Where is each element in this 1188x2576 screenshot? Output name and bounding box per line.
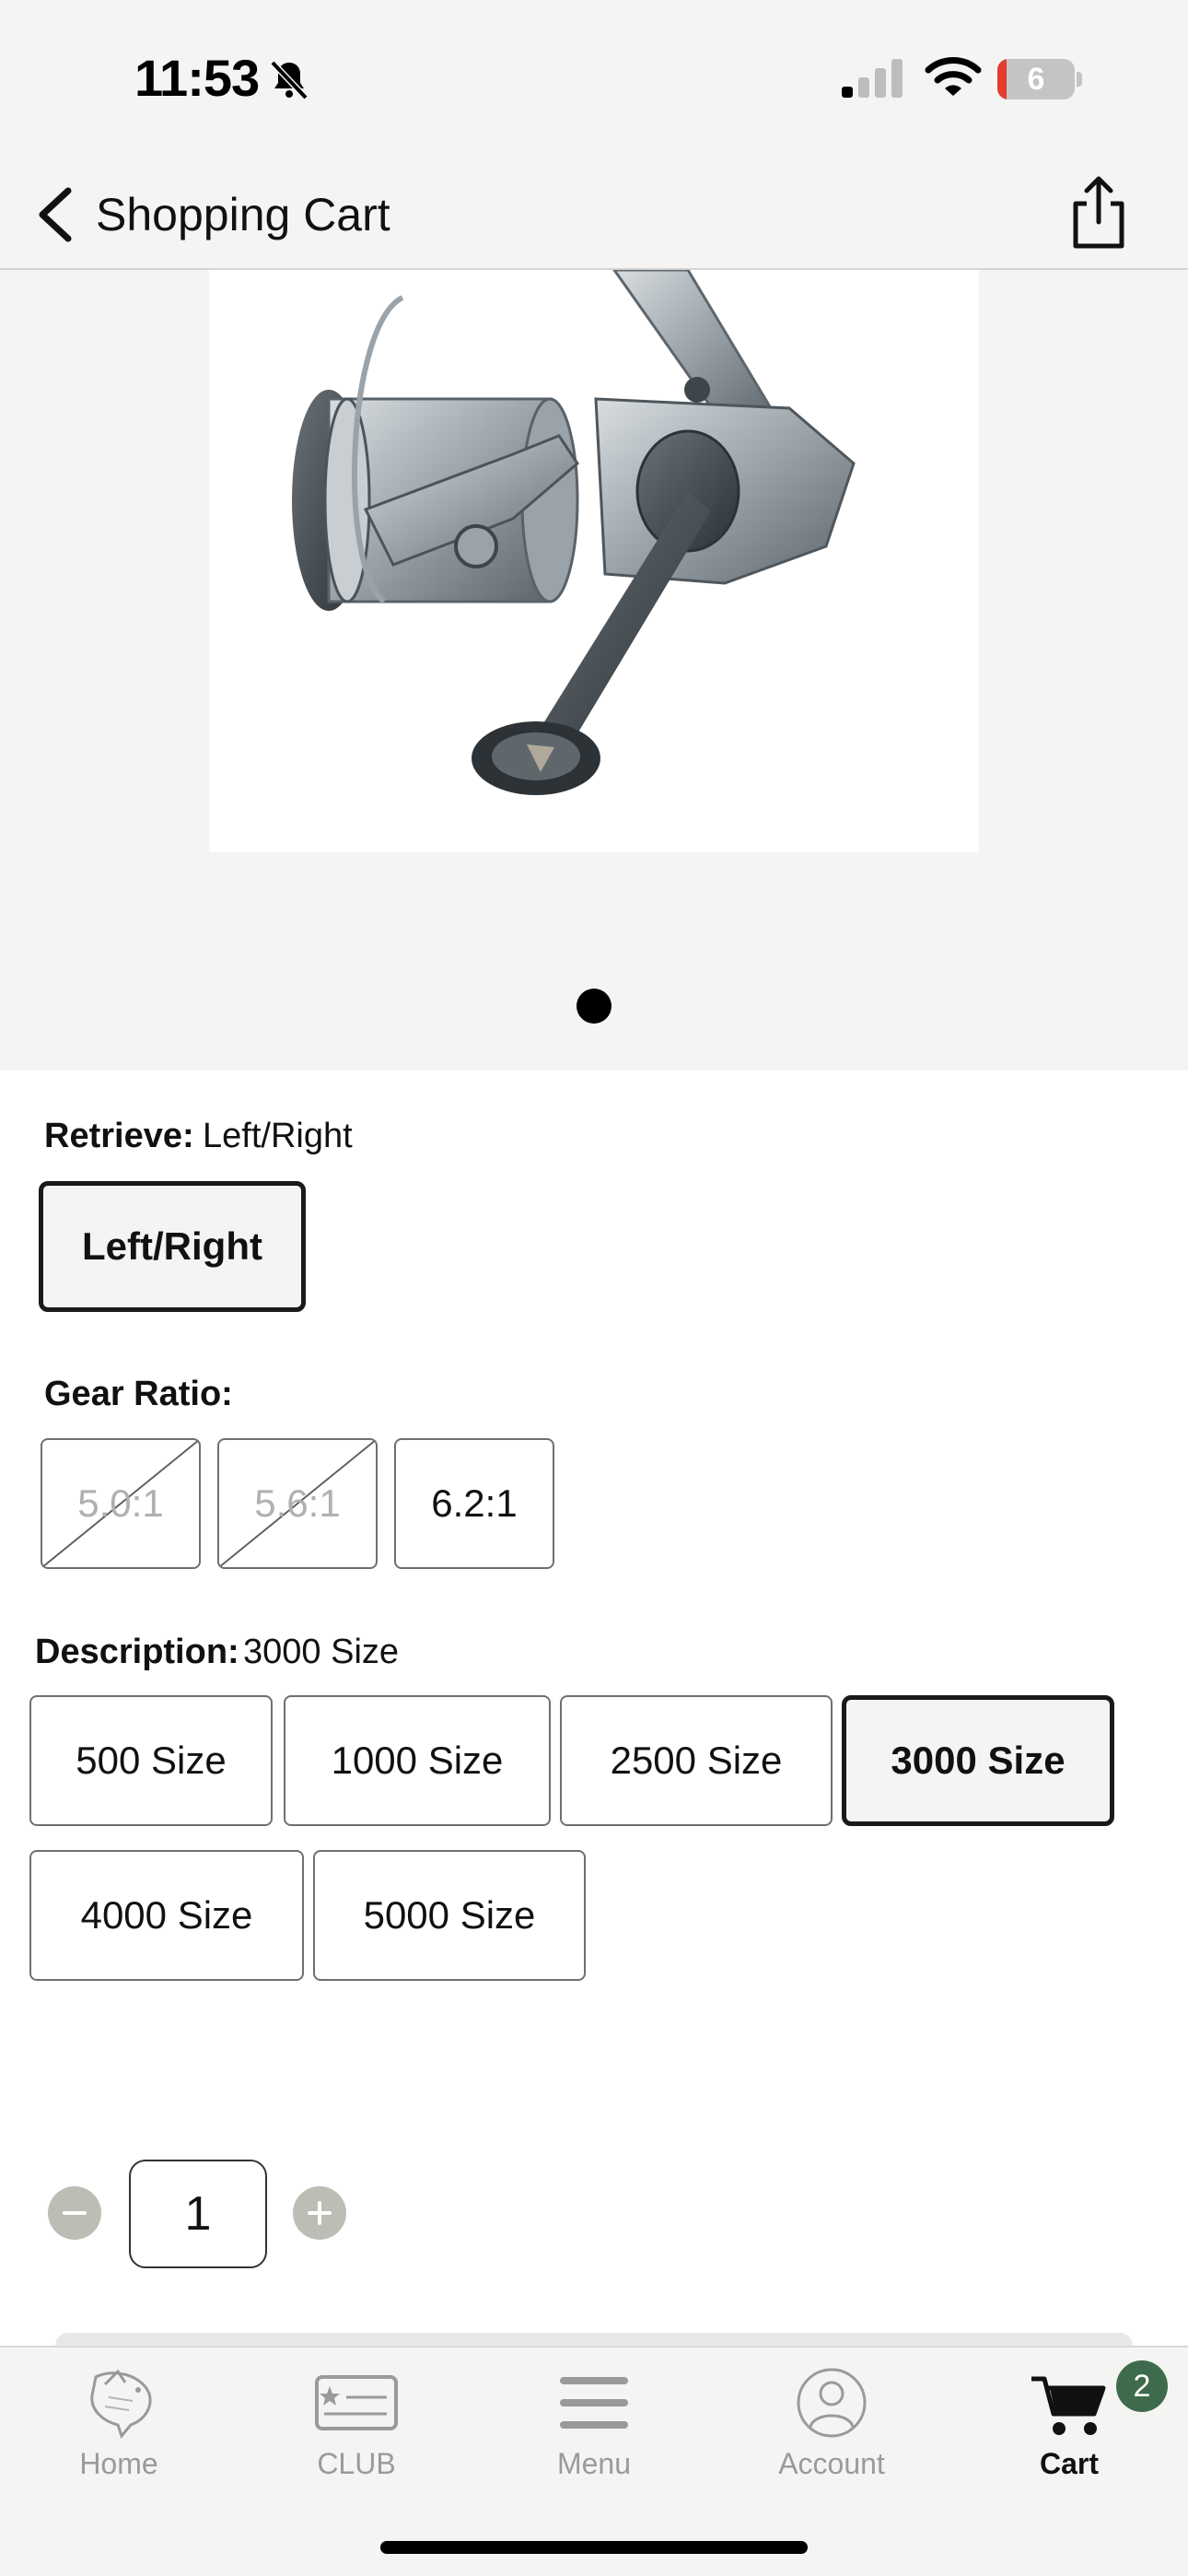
chevron-left-icon[interactable] — [28, 180, 92, 250]
cart-count-badge: 2 — [1116, 2360, 1168, 2412]
size-option-3000[interactable]: 3000 Size — [842, 1695, 1114, 1826]
retrieve-option-left-right[interactable]: Left/Right — [39, 1181, 306, 1312]
description-label: Description: — [35, 1633, 239, 1671]
size-option-500[interactable]: 500 Size — [29, 1695, 273, 1826]
tab-menu[interactable]: Menu — [475, 2348, 713, 2504]
chip-label: 4000 Size — [80, 1893, 253, 1937]
battery-level: 6 — [1027, 62, 1045, 97]
chip-label: 5000 Size — [363, 1893, 536, 1937]
quantity-decrement-button[interactable] — [48, 2186, 101, 2240]
add-to-cart-sheet-edge — [55, 2333, 1133, 2346]
spinning-reel-image — [292, 268, 856, 795]
tab-label: Home — [79, 2447, 158, 2480]
hamburger-menu-icon — [560, 2377, 628, 2429]
chip-label: Left/Right — [82, 1224, 262, 1268]
quantity-increment-button[interactable] — [293, 2186, 346, 2240]
signal-icon — [842, 59, 903, 98]
gallery-page-indicator[interactable] — [577, 989, 611, 1024]
nav-header: Shopping Cart — [0, 161, 1188, 270]
club-card-icon — [315, 2375, 398, 2430]
tab-club[interactable]: CLUB — [238, 2348, 475, 2504]
product-gallery[interactable] — [0, 268, 1188, 1071]
chip-label: 3000 Size — [891, 1739, 1066, 1782]
chip-label: 2500 Size — [610, 1739, 783, 1782]
chip-label: 500 Size — [76, 1739, 227, 1782]
chip-label: 5.6:1 — [254, 1481, 341, 1525]
cart-icon — [1031, 2376, 1106, 2435]
gear-ratio-option-5-6[interactable]: 5.6:1 — [217, 1438, 378, 1569]
tab-label: Account — [778, 2447, 885, 2480]
size-option-4000[interactable]: 4000 Size — [29, 1850, 304, 1981]
battery-icon: 6 — [997, 59, 1082, 100]
tab-home[interactable]: Home — [0, 2348, 238, 2504]
description-selected-value: 3000 Size — [243, 1633, 400, 1671]
status-bar: 11:53 6 — [0, 0, 1188, 161]
chip-label: 1000 Size — [331, 1739, 504, 1782]
size-option-5000[interactable]: 5000 Size — [313, 1850, 586, 1981]
tab-label: CLUB — [317, 2447, 396, 2480]
gear-ratio-label: Gear Ratio: — [44, 1375, 233, 1413]
size-option-1000[interactable]: 1000 Size — [284, 1695, 551, 1826]
tab-cart[interactable]: 2 Cart — [950, 2348, 1188, 2504]
chip-label: 6.2:1 — [431, 1481, 518, 1525]
page-title: Shopping Cart — [96, 189, 390, 240]
retrieve-label: Retrieve: — [44, 1117, 194, 1155]
bell-slash-icon — [270, 60, 309, 100]
bass-fish-icon — [90, 2369, 152, 2440]
tab-label: Menu — [556, 2447, 632, 2480]
product-image[interactable] — [209, 268, 979, 852]
wifi-icon — [925, 57, 982, 96]
status-time: 11:53 — [134, 49, 260, 107]
tab-account[interactable]: Account — [713, 2348, 950, 2504]
gear-ratio-option-6-2[interactable]: 6.2:1 — [394, 1438, 554, 1569]
chip-label: 5.0:1 — [77, 1481, 164, 1525]
gear-ratio-option-5-0[interactable]: 5.0:1 — [41, 1438, 201, 1569]
account-person-icon — [797, 2368, 867, 2438]
home-indicator[interactable] — [380, 2541, 808, 2554]
retrieve-selected-value: Left/Right — [203, 1117, 353, 1155]
tab-label: Cart — [1039, 2447, 1099, 2480]
share-icon[interactable] — [1066, 172, 1131, 252]
quantity-field[interactable]: 1 — [129, 2160, 267, 2268]
size-option-2500[interactable]: 2500 Size — [560, 1695, 833, 1826]
